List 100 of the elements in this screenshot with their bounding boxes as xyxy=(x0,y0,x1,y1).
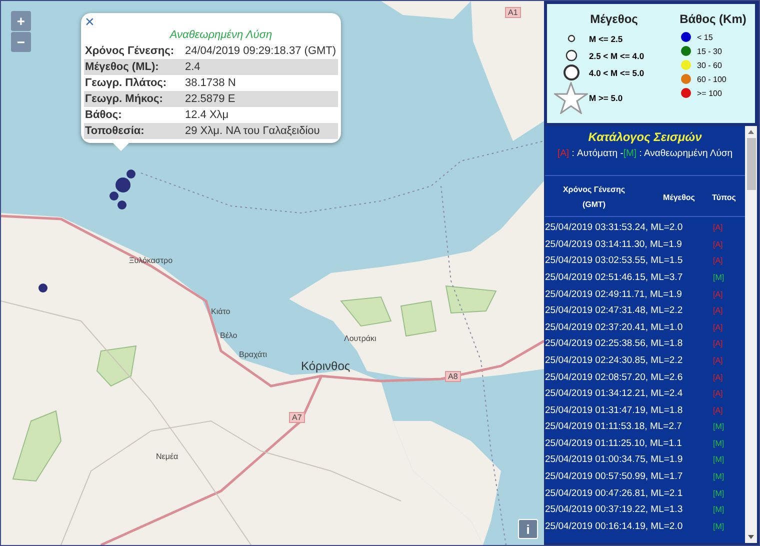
event-link[interactable]: 25/04/2019 00:16:14.19, ML=2.0 xyxy=(545,520,709,532)
legend-label: M >= 5.0 xyxy=(589,93,623,103)
circle-icon xyxy=(564,49,578,62)
earthquake-marker[interactable] xyxy=(126,170,136,178)
star-icon xyxy=(554,82,588,114)
column-header: Χρόνος Γένεσης (GMT) xyxy=(562,184,626,212)
field-label: Μέγεθος (ML): xyxy=(84,61,160,73)
place-label: Νεμέα xyxy=(156,452,178,461)
type-code: [A] xyxy=(713,339,723,348)
field-value: 29 Χλμ. ΝΑ του Γαλαξειδίου xyxy=(185,125,320,137)
road-shield: A7 xyxy=(289,412,305,423)
type-description: : Αυτόματη - xyxy=(572,148,624,159)
event-link[interactable]: 25/04/2019 01:11:25.10, ML=1.1 xyxy=(545,438,709,449)
field-value: 38.1738 N xyxy=(185,77,236,89)
type-code: [A] xyxy=(713,356,723,365)
event-link[interactable]: 25/04/2019 01:34:12.21, ML=2.4 xyxy=(545,388,709,400)
legend-label: 15 - 30 xyxy=(697,46,722,56)
legend-title: Βάθος (Km) xyxy=(678,12,748,26)
legend-label: >= 100 xyxy=(697,88,722,98)
type-code: [M] xyxy=(713,455,724,464)
event-link[interactable]: 25/04/2019 02:24:30.85, ML=2.2 xyxy=(545,354,709,366)
legend-label: 2.5 < M <= 4.0 xyxy=(589,50,644,60)
type-code: [M] xyxy=(713,472,724,482)
park-area xyxy=(96,345,137,387)
earthquake-marker[interactable] xyxy=(38,284,48,292)
park-area xyxy=(400,300,437,337)
event-link[interactable]: 25/04/2019 01:31:47.19, ML=1.8 xyxy=(545,404,709,416)
type-code: [A] xyxy=(713,372,723,382)
field-label: Τοποθεσία: xyxy=(84,125,146,137)
scroll-down-icon[interactable] xyxy=(746,533,756,541)
type-code: [A] xyxy=(713,322,723,332)
event-link[interactable]: 25/04/2019 03:02:53.55, ML=1.5 xyxy=(545,255,709,266)
event-link[interactable]: 25/04/2019 01:11:53.18, ML=2.7 xyxy=(545,421,709,432)
event-link[interactable]: 25/04/2019 01:00:34.75, ML=1.9 xyxy=(545,454,709,466)
type-code: [A] xyxy=(713,306,723,316)
field-label: Γεωγρ. Μήκος: xyxy=(84,93,164,105)
type-code: [A] xyxy=(713,256,723,266)
earthquake-marker[interactable] xyxy=(116,178,130,192)
circle-icon xyxy=(566,34,576,43)
place-label: Βραχάτι xyxy=(239,350,268,359)
field-value: 12.4 Χλμ xyxy=(185,109,229,121)
column-header: Τύπος xyxy=(711,192,737,202)
place-label: Κιάτο xyxy=(211,307,230,316)
type-code: [A] xyxy=(557,148,570,159)
legend-label: 60 - 100 xyxy=(697,74,726,84)
legend-title: Μέγεθος xyxy=(589,12,639,26)
popup-title: Αναθεωρημένη Λύση xyxy=(168,29,274,41)
legend-label: M <= 2.5 xyxy=(589,34,623,44)
column-header: Μέγεθος xyxy=(662,192,696,202)
scroll-up-icon[interactable] xyxy=(746,128,756,136)
type-code: [A] xyxy=(713,389,723,398)
scrollbar[interactable] xyxy=(745,126,757,543)
event-link[interactable]: 25/04/2019 02:08:57.20, ML=2.6 xyxy=(545,372,709,383)
type-code: [M] xyxy=(713,522,724,531)
type-code: [A] xyxy=(713,240,723,249)
field-label: Βάθος: xyxy=(84,109,123,121)
type-code: [A] xyxy=(713,406,723,415)
event-link[interactable]: 25/04/2019 02:49:11.71, ML=1.9 xyxy=(545,288,709,300)
field-label: Χρόνος Γένεσης: xyxy=(84,45,176,57)
type-code: [A] xyxy=(713,223,723,232)
type-code: [M] xyxy=(623,148,637,159)
type-code: [M] xyxy=(713,422,724,432)
type-code: [M] xyxy=(713,488,724,498)
field-label: Γεωγρ. Πλάτος: xyxy=(84,77,168,89)
type-description: : Αναθεωρημένη Λύση xyxy=(639,148,733,159)
place-label: Κόρινθος xyxy=(301,359,350,373)
place-label: Λουτράκι xyxy=(344,334,376,343)
place-label: Ξυλόκαστρο xyxy=(129,256,173,265)
legend-label: < 15 xyxy=(697,32,713,42)
park-area xyxy=(340,296,392,327)
field-value: 2.4 xyxy=(185,61,200,73)
place-label: Βέλο xyxy=(220,331,238,340)
type-code: [M] xyxy=(713,505,724,514)
circle-icon xyxy=(562,64,580,81)
close-button[interactable]: × xyxy=(85,15,94,31)
type-code: [M] xyxy=(713,272,724,282)
road-shield: A1 xyxy=(505,7,521,18)
earthquake-marker[interactable] xyxy=(110,192,118,200)
info-button[interactable]: i xyxy=(518,519,538,539)
scrollbar-thumb[interactable] xyxy=(746,138,756,190)
event-link[interactable]: 25/04/2019 03:14:11.30, ML=1.9 xyxy=(545,238,709,250)
legend-label: 30 - 60 xyxy=(697,60,722,70)
event-link[interactable]: 25/04/2019 00:37:19.22, ML=1.3 xyxy=(545,504,709,516)
event-link[interactable]: 25/04/2019 02:25:38.56, ML=1.8 xyxy=(545,338,709,350)
event-link[interactable]: 25/04/2019 00:57:50.99, ML=1.7 xyxy=(545,471,709,482)
legend-label: 4.0 < M <= 5.0 xyxy=(589,68,644,78)
type-code: [M] xyxy=(713,438,724,448)
field-value: 22.5879 E xyxy=(185,93,236,105)
event-link[interactable]: 25/04/2019 00:47:26.81, ML=2.1 xyxy=(545,488,709,499)
road-shield: A8 xyxy=(445,371,461,382)
earthquake-marker[interactable] xyxy=(118,200,126,210)
event-link[interactable]: 25/04/2019 02:51:46.15, ML=3.7 xyxy=(545,272,709,283)
event-link[interactable]: 25/04/2019 02:47:31.48, ML=2.2 xyxy=(545,305,709,316)
park-area xyxy=(445,285,497,314)
event-link[interactable]: 25/04/2019 03:31:53.24, ML=2.0 xyxy=(545,222,709,234)
park-area xyxy=(12,410,62,482)
event-link[interactable]: 25/04/2019 02:37:20.41, ML=1.0 xyxy=(545,322,709,333)
field-value: 24/04/2019 09:29:18.37 (GMT) xyxy=(185,45,336,57)
type-code: [A] xyxy=(713,290,723,299)
catalog-title: Κατάλογος Σεισμών xyxy=(587,129,703,144)
